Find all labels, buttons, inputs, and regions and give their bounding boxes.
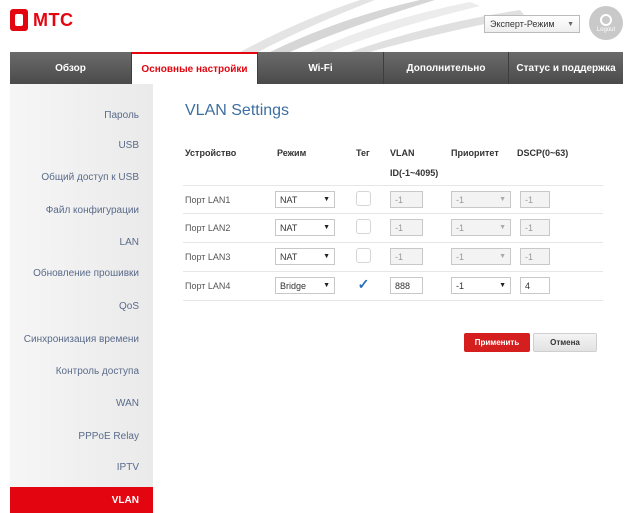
priority-value: -1 [456, 251, 465, 262]
mode-value: NAT [280, 222, 298, 233]
col-header-vlan-range: ID(-1~4095) [390, 168, 439, 178]
brand-name: МТС [33, 9, 74, 30]
sidebar-item-wan[interactable]: WAN [116, 398, 139, 409]
logout-label: Logout [596, 26, 616, 33]
tab-status-support[interactable]: Статус и поддержка [509, 52, 623, 84]
sidebar-item-pppoe-relay[interactable]: PPPoE Relay [78, 431, 139, 442]
sidebar-item-time-sync[interactable]: Синхронизация времени [24, 334, 139, 345]
tag-checkbox-lan1[interactable] [356, 191, 371, 206]
mode-select-lan2[interactable]: NAT ▼ [275, 219, 335, 236]
mode-select-lan1[interactable]: NAT ▼ [275, 191, 335, 208]
chevron-down-icon: ▼ [323, 196, 330, 203]
page-title: VLAN Settings [185, 102, 290, 119]
priority-value: -1 [456, 280, 465, 291]
priority-value: -1 [456, 222, 465, 233]
priority-select-lan1[interactable]: -1 ▼ [451, 191, 511, 208]
tag-checkbox-lan2[interactable] [356, 219, 371, 234]
sidebar: Пароль USB Общий доступ к USB Файл конфи… [10, 84, 153, 513]
checkmark-icon: ✓ [357, 276, 370, 292]
mode-select-value: Эксперт-Режим [490, 19, 555, 29]
row-device: Порт LAN2 [185, 223, 231, 233]
tab-overview[interactable]: Обзор [10, 52, 132, 84]
mode-value: NAT [280, 194, 298, 205]
tab-wifi[interactable]: Wi-Fi [258, 52, 384, 84]
col-header-vlan: VLAN [390, 148, 415, 158]
sidebar-item-qos[interactable]: QoS [119, 301, 139, 312]
dscp-input-lan2[interactable]: -1 [520, 219, 550, 236]
cancel-button[interactable]: Отмена [533, 333, 597, 352]
table-row: Порт LAN4 Bridge ▼ ✓ 888 -1 ▼ 4 [183, 272, 603, 301]
table-row: Порт LAN1 NAT ▼ -1 -1 ▼ -1 [183, 185, 603, 214]
chevron-down-icon: ▼ [499, 196, 506, 203]
table-row: Порт LAN3 NAT ▼ -1 -1 ▼ -1 [183, 243, 603, 272]
sidebar-item-access-control[interactable]: Контроль доступа [56, 366, 139, 377]
row-device: Порт LAN3 [185, 252, 231, 262]
tab-basic-settings[interactable]: Основные настройки [132, 52, 258, 84]
col-header-dscp: DSCP(0~63) [517, 148, 569, 158]
mode-select-lan3[interactable]: NAT ▼ [275, 248, 335, 265]
table-row: Порт LAN2 NAT ▼ -1 -1 ▼ -1 [183, 214, 603, 243]
mts-logo-mark [10, 9, 28, 31]
sidebar-item-config-file[interactable]: Файл конфигурации [46, 205, 139, 216]
vlan-id-input-lan4[interactable]: 888 [390, 277, 423, 294]
main-tabs: Обзор Основные настройки Wi-Fi Дополните… [10, 52, 623, 84]
mode-value: Bridge [280, 280, 307, 291]
sidebar-item-lan[interactable]: LAN [120, 237, 139, 248]
vlan-id-input-lan1[interactable]: -1 [390, 191, 423, 208]
chevron-down-icon: ▼ [323, 224, 330, 231]
row-device: Порт LAN4 [185, 281, 231, 291]
apply-button[interactable]: Применить [464, 333, 530, 352]
tab-advanced[interactable]: Дополнительно [384, 52, 509, 84]
col-header-device: Устройство [185, 148, 237, 158]
dscp-input-lan3[interactable]: -1 [520, 248, 550, 265]
sidebar-item-vlan[interactable]: VLAN [10, 487, 153, 513]
chevron-down-icon: ▼ [499, 253, 506, 260]
chevron-down-icon: ▼ [323, 253, 330, 260]
col-header-priority: Приоритет [451, 148, 499, 158]
dscp-input-lan4[interactable]: 4 [520, 277, 550, 294]
col-header-mode: Режим [277, 148, 307, 158]
tag-checkbox-lan4[interactable]: ✓ [356, 277, 371, 292]
power-icon [600, 13, 612, 26]
dscp-input-lan1[interactable]: -1 [520, 191, 550, 208]
priority-select-lan4[interactable]: -1 ▼ [451, 277, 511, 294]
sidebar-item-firmware-update[interactable]: Обновление прошивки [33, 268, 139, 279]
chevron-down-icon: ▼ [567, 20, 574, 28]
mode-select[interactable]: Эксперт-Режим ▼ [484, 15, 580, 33]
priority-value: -1 [456, 194, 465, 205]
logout-button[interactable]: Logout [589, 6, 623, 40]
chevron-down-icon: ▼ [499, 282, 506, 289]
main-content: VLAN Settings Устройство Режим Тег VLAN … [153, 84, 623, 513]
chevron-down-icon: ▼ [323, 282, 330, 289]
vlan-id-input-lan3[interactable]: -1 [390, 248, 423, 265]
sidebar-item-usb[interactable]: USB [118, 140, 139, 151]
row-device: Порт LAN1 [185, 195, 231, 205]
vlan-id-input-lan2[interactable]: -1 [390, 219, 423, 236]
chevron-down-icon: ▼ [499, 224, 506, 231]
col-header-tag: Тег [356, 148, 370, 158]
mode-select-lan4[interactable]: Bridge ▼ [275, 277, 335, 294]
sidebar-item-usb-sharing[interactable]: Общий доступ к USB [41, 172, 139, 183]
sidebar-item-password[interactable]: Пароль [104, 110, 139, 121]
sidebar-item-iptv[interactable]: IPTV [117, 462, 139, 473]
priority-select-lan3[interactable]: -1 ▼ [451, 248, 511, 265]
mts-logo[interactable]: МТС [10, 9, 74, 31]
priority-select-lan2[interactable]: -1 ▼ [451, 219, 511, 236]
mode-value: NAT [280, 251, 298, 262]
tag-checkbox-lan3[interactable] [356, 248, 371, 263]
header: МТС Эксперт-Режим ▼ Logout [0, 0, 627, 52]
